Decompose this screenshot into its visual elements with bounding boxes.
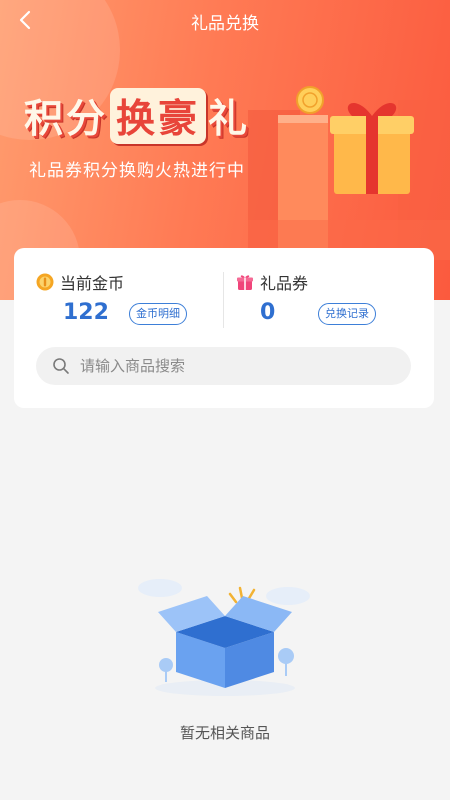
gift-box-illustration [248,86,450,260]
banner-subtitle: 礼品券积分换购火热进行中 [29,161,245,181]
gift-icon [237,275,253,290]
vouchers-label: 礼品券 [260,274,309,293]
banner-title: 积分 换豪礼 [24,88,250,144]
banner-title-highlight: 换豪 [110,88,207,144]
vouchers-stat: 礼品券 0 兑换记录 [236,270,376,325]
nav-bar: 礼品兑换 [0,0,450,40]
empty-box-icon [138,579,310,696]
search-bar[interactable] [36,347,411,385]
page-title: 礼品兑换 [191,14,259,34]
banner-title-part1: 积分 [24,97,109,142]
vouchers-header: 礼品券 [236,270,308,294]
stat-divider [223,272,224,328]
redemption-history-button[interactable]: 兑换记录 [318,303,376,325]
empty-state-message: 暂无相关商品 [179,724,270,742]
coins-stat: 当前金币 122 金币明细 [36,270,187,325]
account-summary-card: 当前金币 122 金币明细 礼品券 0 兑换记录 [14,248,434,408]
coins-header: 当前金币 [36,270,124,294]
coins-value: 122 [63,300,109,325]
coin-details-button[interactable]: 金币明细 [129,303,187,325]
search-input[interactable] [78,356,382,376]
coins-label: 当前金币 [60,274,125,293]
search-icon [53,358,69,374]
vouchers-value: 0 [260,300,276,325]
coin-icon [36,273,54,291]
banner-title-part2: 礼 [208,97,251,142]
